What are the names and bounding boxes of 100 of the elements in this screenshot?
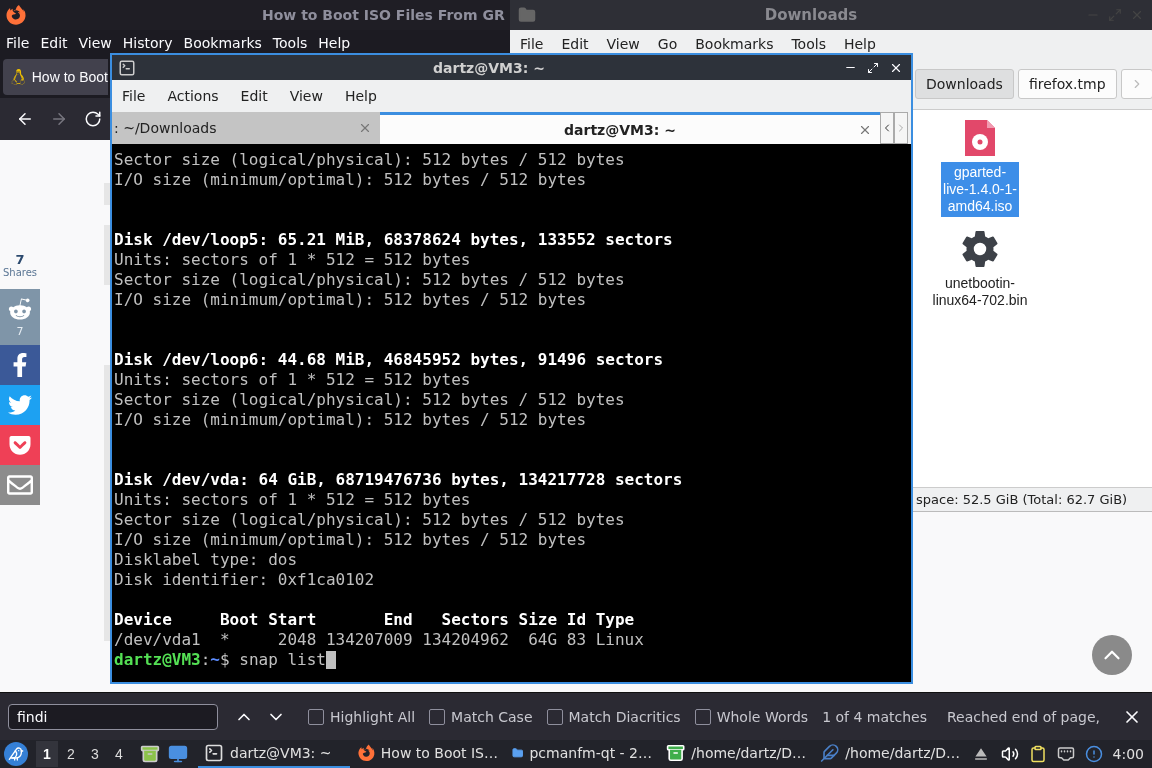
desktop-switch[interactable]: 2 [60,741,82,767]
reddit-icon [8,296,32,321]
share-button[interactable] [0,465,40,505]
terminal-icon [118,58,136,77]
path-button[interactable]: firefox.tmp [1017,68,1117,99]
window-title: How to Boot ISO Files From GR [262,7,505,23]
penguin-icon [11,69,26,85]
match-count: 1 of 4 matches [822,708,927,725]
task-button[interactable]: dartz@VM3: ~ [198,740,350,768]
find-message: Reached end of page, [947,708,1100,725]
menu-item[interactable]: Actions [167,88,219,104]
menu-item[interactable]: Bookmarks [183,35,262,51]
menu-item[interactable]: View [289,88,323,104]
shares-label: Shares [2,267,38,278]
terminal-tab[interactable]: : ~/Downloads [112,112,380,144]
pocket-icon [8,433,32,457]
menu-item[interactable]: Tools [791,36,826,52]
find-option[interactable]: Highlight All [308,708,416,725]
desktop-switch[interactable]: 3 [84,741,106,767]
terminal-line: Units: sectors of 1 * 512 = 512 bytes [114,250,472,270]
terminal-line: I/O size (minimum/optimal): 512 bytes / 512 bytes [114,290,587,310]
terminal-line: Disk /dev/loop6: 44.68 MiB, 46845952 bytes, 91496 sectors [114,350,665,370]
checkbox[interactable] [546,708,563,725]
terminal-line: Units: sectors of 1 * 512 = 512 bytes [114,490,472,510]
terminal-line: I/O size (minimum/optimal): 512 bytes / 512 bytes [114,410,587,430]
firefox-icon [358,743,375,763]
status-text: space: 52.5 GiB (Total: 62.7 GiB) [916,492,1128,507]
terminal-line: Device Boot Start End Sectors Size Id Type [114,610,636,630]
menu-item[interactable]: History [122,35,173,51]
tab-close-button[interactable] [358,121,372,135]
terminal-line: I/O size (minimum/optimal): 512 bytes / 512 bytes [114,170,587,190]
find-option[interactable]: Whole Words [694,708,809,725]
terminal-line: Disklabel type: dos [114,550,299,570]
menu-item[interactable]: Edit [240,88,268,104]
share-button[interactable] [0,385,40,425]
feather-icon [820,743,840,763]
menu-item[interactable]: Go [657,36,678,52]
menu-item[interactable]: File [520,36,544,52]
terminal-line: Disk /dev/vda: 64 GiB, 68719476736 bytes, 134217728 sectors [114,470,684,490]
terminal-line: I/O size (minimum/optimal): 512 bytes / 512 bytes [114,530,587,550]
find-field[interactable]: findi [8,703,219,730]
find-option[interactable]: Match Case [429,708,533,725]
find-option[interactable]: Match Diacritics [546,708,681,725]
menu-item[interactable]: Bookmarks [695,36,774,52]
task-button[interactable]: /home/dartz/D… [814,740,966,768]
share-count: 7 [15,252,25,267]
share-button[interactable] [0,425,40,465]
task-button[interactable]: /home/dartz/D… [660,740,812,768]
scroll-top-button[interactable] [1092,635,1132,675]
window-title: dartz@VM3: ~ [433,59,545,76]
disc-file-icon [963,118,997,158]
menu-item[interactable]: Edit [40,35,68,51]
close-icon [358,121,372,135]
share-button[interactable] [0,345,40,385]
forward-arrow-icon [50,110,68,128]
terminal-line: Units: sectors of 1 * 512 = 512 bytes [114,370,472,390]
file-name[interactable]: unetbootin- linux64-702.bin [930,273,1030,311]
desktop-switch[interactable]: 1 [36,741,58,767]
terminal-icon [204,743,224,763]
clock: 4:00 [1112,746,1144,762]
task-button[interactable]: pcmanfm-qt - 2… [506,740,658,768]
scroll-left-button[interactable] [880,112,894,144]
menu-item[interactable]: Help [318,35,351,51]
prompt-line: dartz@VM3:~$ snap list [114,650,911,670]
menu-item[interactable]: Edit [561,36,589,52]
bird-icon [8,746,24,762]
menu-item[interactable]: View [78,35,112,51]
network-icon[interactable] [1056,745,1075,763]
firefox-icon [6,5,26,25]
terminal-line: Disk identifier: 0xf1ca0102 [114,570,376,590]
menu-item[interactable]: File [122,88,146,104]
menu-item[interactable]: File [6,35,30,51]
menu-item[interactable]: Help [843,36,876,52]
start-menu-button[interactable] [4,742,28,766]
menu-item[interactable]: Help [344,88,377,104]
checkbox[interactable] [694,708,711,725]
menu-item[interactable]: View [606,36,640,52]
envelope-icon [7,472,33,498]
terminal-line: Sector size (logical/physical): 512 bytes / 512 bytes [114,510,626,530]
file-cabinet-icon[interactable] [140,744,160,764]
clipboard-icon[interactable] [1028,745,1047,763]
path-button[interactable]: Downloads [915,68,1014,99]
maximize-icon [867,61,879,74]
terminal-line: Sector size (logical/physical): 512 bytes / 512 bytes [114,270,626,290]
alert-icon[interactable] [1084,745,1103,763]
volume-icon[interactable] [1000,745,1019,763]
terminal-line: Disk /dev/loop5: 65.21 MiB, 68378624 bytes, 133552 sectors [114,230,674,250]
code-block [104,225,110,285]
show-desktop-icon[interactable] [168,744,188,764]
terminal-tab[interactable]: dartz@VM3: ~ [380,112,880,144]
browser-tab[interactable]: How to Boot [3,59,108,95]
checkbox[interactable] [308,708,325,725]
checkbox[interactable] [429,708,446,725]
desktop-switch[interactable]: 4 [108,741,130,767]
menu-item[interactable]: Tools [272,35,308,51]
terminal-line: Sector size (logical/physical): 512 bytes / 512 bytes [114,390,626,410]
reload-icon [84,110,102,128]
window-title: Downloads [764,6,858,24]
task-button[interactable]: How to Boot IS… [352,740,504,768]
terminal-line: /dev/vda1 * 2048 134207009 134204962 64G 83 Linux [114,630,645,650]
